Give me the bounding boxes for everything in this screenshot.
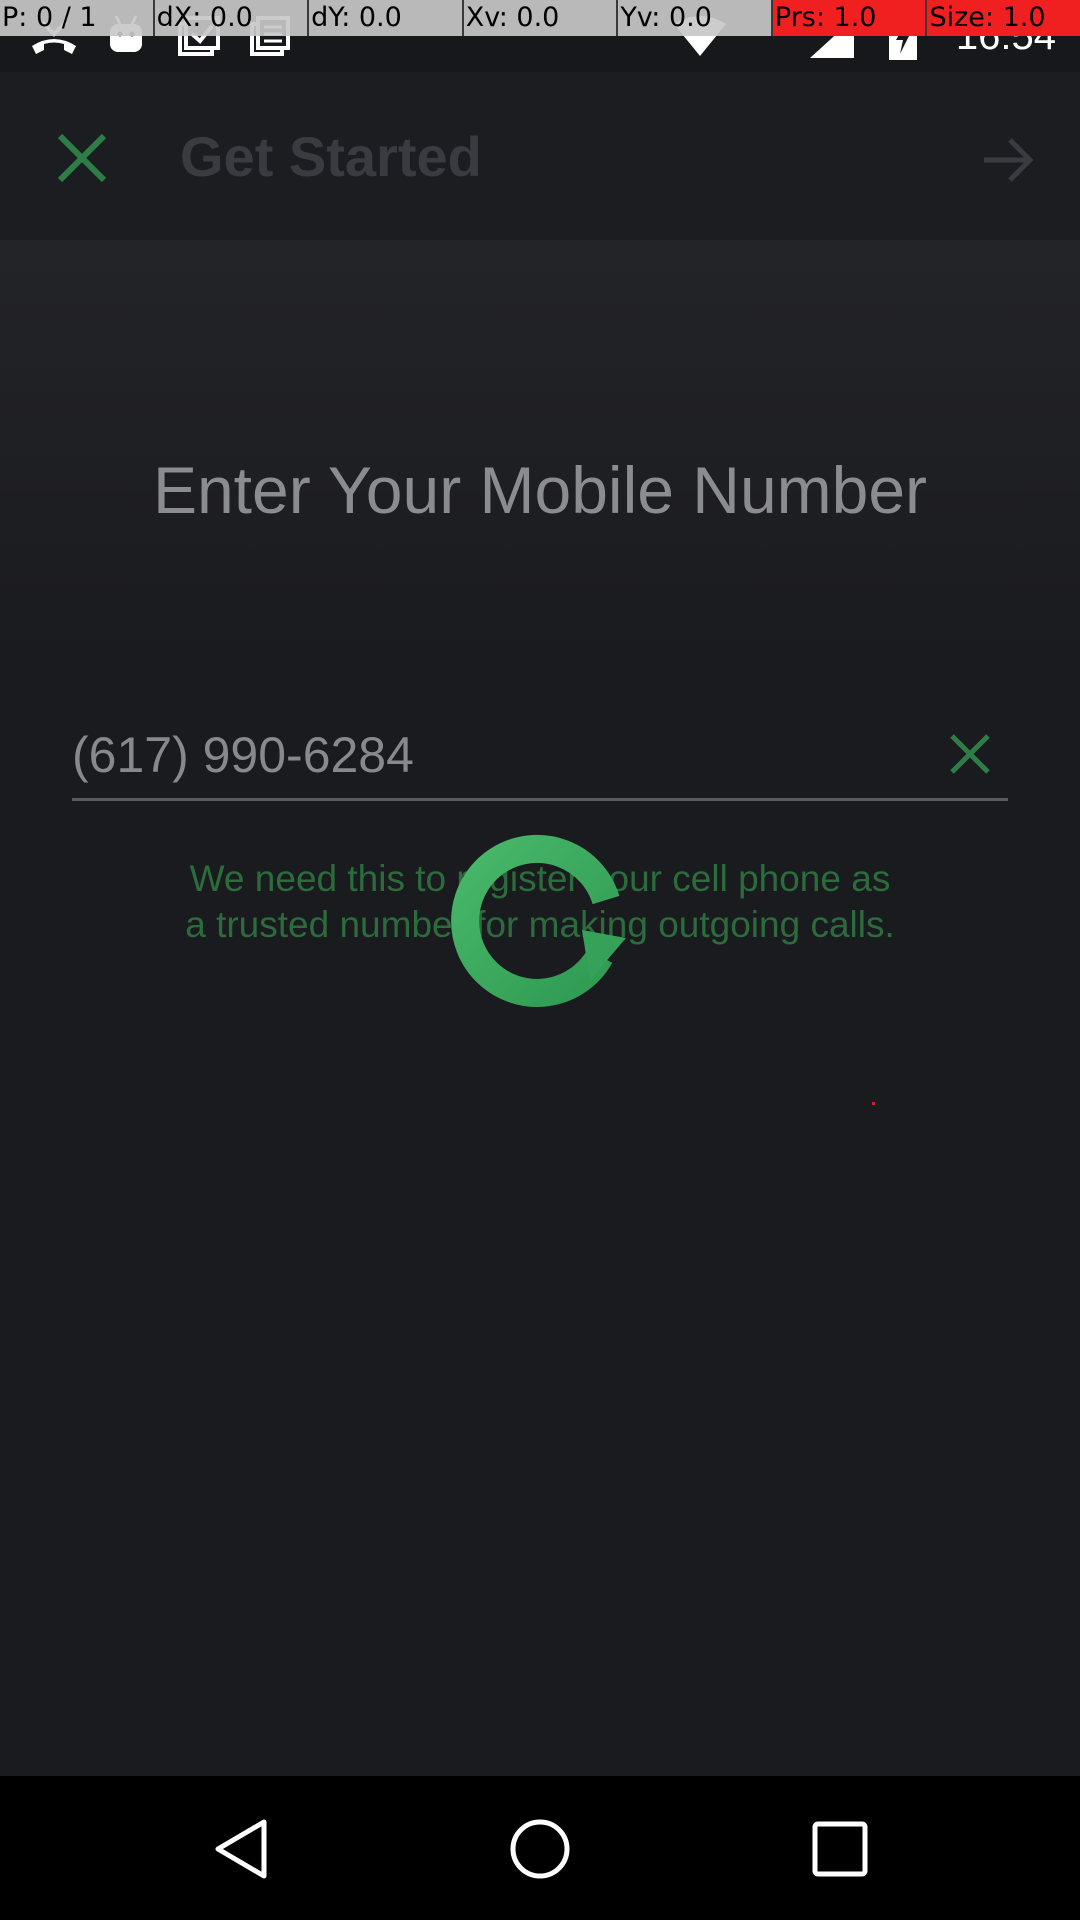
headline: Enter Your Mobile Number (152, 453, 928, 527)
phone-number-input[interactable]: (617) 990-6284 (72, 712, 1008, 801)
phone-number-value[interactable]: (617) 990-6284 (72, 726, 414, 784)
pointer-debug-overlay: P: 0 / 1 dX: 0.0 dY: 0.0 Xv: 0.0 Yv: 0.0… (0, 0, 1080, 36)
debug-dy: dY: 0.0 (309, 0, 464, 36)
navigation-bar (0, 1776, 1080, 1920)
debug-yv: Yv: 0.0 (618, 0, 773, 36)
home-icon[interactable] (505, 1814, 575, 1884)
debug-size: Size: 1.0 (927, 0, 1080, 36)
debug-pointer-count: P: 0 / 1 (0, 0, 155, 36)
debug-xv: Xv: 0.0 (463, 0, 619, 36)
recents-icon[interactable] (805, 1814, 875, 1884)
debug-pressure: Prs: 1.0 (772, 0, 928, 36)
app-toolbar: Get Started (0, 72, 1080, 240)
screen: 16:54 P: 0 / 1 dX: 0.0 dY: 0.0 Xv: 0.0 Y… (0, 0, 1080, 1920)
arrow-forward-icon[interactable] (980, 132, 1036, 188)
page-title: Get Started (180, 125, 482, 188)
content-header-shade (0, 240, 1080, 660)
back-icon[interactable] (206, 1814, 276, 1884)
loading-spinner-icon (451, 834, 626, 1007)
close-icon[interactable] (52, 128, 112, 188)
touch-point-marker (872, 1102, 875, 1105)
clear-input-icon[interactable] (946, 730, 994, 778)
debug-dx: dX: 0.0 (154, 0, 310, 36)
